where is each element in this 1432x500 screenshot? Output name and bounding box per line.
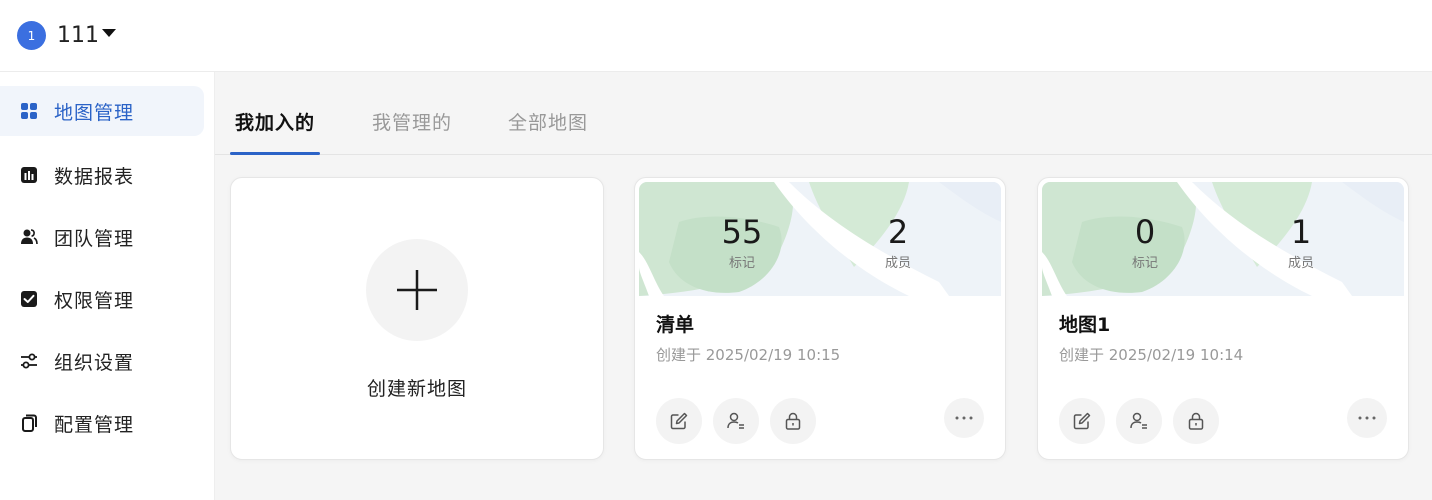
grid-icon — [20, 102, 38, 120]
markers-stat: 55 标记 — [697, 212, 787, 271]
main-content: 我加入的 我管理的 全部地图 创建新地图 55 标记 2 成员 清单 创建于 2… — [215, 72, 1432, 500]
sidebar-item-team-management[interactable]: 团队管理 — [0, 212, 204, 262]
user-settings-icon — [1130, 412, 1147, 429]
plus-button[interactable] — [366, 239, 468, 341]
lock-button[interactable] — [770, 398, 816, 444]
edit-button[interactable] — [1059, 398, 1105, 444]
members-count: 2 — [887, 213, 909, 251]
map-card[interactable]: 55 标记 2 成员 清单 创建于 2025/02/19 10:15 — [634, 177, 1006, 460]
sliders-icon — [20, 352, 38, 370]
create-map-card[interactable]: 创建新地图 — [230, 177, 604, 460]
sidebar-item-label: 权限管理 — [54, 289, 135, 312]
markers-stat: 0 标记 — [1100, 212, 1190, 271]
sidebar-item-permission-management[interactable]: 权限管理 — [0, 274, 204, 324]
markers-label: 标记 — [1131, 256, 1158, 271]
more-options-button[interactable] — [1347, 398, 1387, 438]
tabs-bar: 我加入的 我管理的 全部地图 — [215, 72, 1432, 155]
copy-icon — [20, 414, 38, 432]
lock-icon — [1188, 412, 1204, 430]
sidebar-item-org-settings[interactable]: 组织设置 — [0, 336, 204, 386]
plus-icon — [397, 270, 437, 310]
members-label: 成员 — [1287, 256, 1314, 271]
map-created-date: 创建于 2025/02/19 10:15 — [656, 346, 841, 364]
ellipsis-icon — [955, 416, 973, 420]
sidebar-item-label: 地图管理 — [54, 101, 135, 124]
tab-managed[interactable]: 我管理的 — [372, 108, 452, 135]
sidebar-item-label: 团队管理 — [54, 227, 135, 250]
tab-active-indicator — [230, 152, 320, 155]
sidebar-item-label: 组织设置 — [54, 351, 135, 374]
map-thumbnail: 55 标记 2 成员 — [639, 182, 1001, 296]
members-count: 1 — [1290, 213, 1312, 251]
markers-count: 55 — [721, 213, 763, 251]
bar-chart-icon — [20, 166, 38, 184]
member-manage-button[interactable] — [1116, 398, 1162, 444]
team-icon — [20, 228, 38, 246]
map-thumbnail: 0 标记 1 成员 — [1042, 182, 1404, 296]
checkbox-icon — [20, 290, 38, 308]
sidebar-item-map-management[interactable]: 地图管理 — [0, 86, 204, 136]
member-manage-button[interactable] — [713, 398, 759, 444]
user-settings-icon — [727, 412, 744, 429]
chevron-down-icon[interactable] — [102, 28, 116, 37]
markers-count: 0 — [1134, 213, 1156, 251]
map-title: 清单 — [656, 314, 695, 336]
map-card[interactable]: 0 标记 1 成员 地图1 创建于 2025/02/19 10:14 — [1037, 177, 1409, 460]
tab-all-maps[interactable]: 全部地图 — [508, 108, 588, 135]
map-created-date: 创建于 2025/02/19 10:14 — [1059, 346, 1244, 364]
sidebar-item-label: 数据报表 — [54, 165, 135, 188]
top-header: 1 111 — [0, 0, 1432, 72]
map-title: 地图1 — [1059, 314, 1111, 336]
ellipsis-icon — [1358, 416, 1376, 420]
lock-icon — [785, 412, 801, 430]
create-map-label: 创建新地图 — [366, 378, 467, 400]
sidebar: 地图管理 数据报表 团队管理 权限管理 组织设置 配置管理 — [0, 72, 215, 500]
lock-button[interactable] — [1173, 398, 1219, 444]
sidebar-item-config-management[interactable]: 配置管理 — [0, 398, 204, 448]
sidebar-item-label: 配置管理 — [54, 413, 135, 436]
members-stat: 2 成员 — [853, 212, 943, 271]
user-name[interactable]: 111 — [57, 23, 99, 48]
more-options-button[interactable] — [944, 398, 984, 438]
edit-button[interactable] — [656, 398, 702, 444]
members-label: 成员 — [884, 256, 911, 271]
avatar[interactable]: 1 — [17, 21, 46, 50]
edit-icon — [1073, 412, 1091, 430]
tab-joined[interactable]: 我加入的 — [235, 108, 315, 135]
edit-icon — [670, 412, 688, 430]
markers-label: 标记 — [728, 256, 755, 271]
sidebar-item-data-reports[interactable]: 数据报表 — [0, 150, 204, 200]
members-stat: 1 成员 — [1256, 212, 1346, 271]
